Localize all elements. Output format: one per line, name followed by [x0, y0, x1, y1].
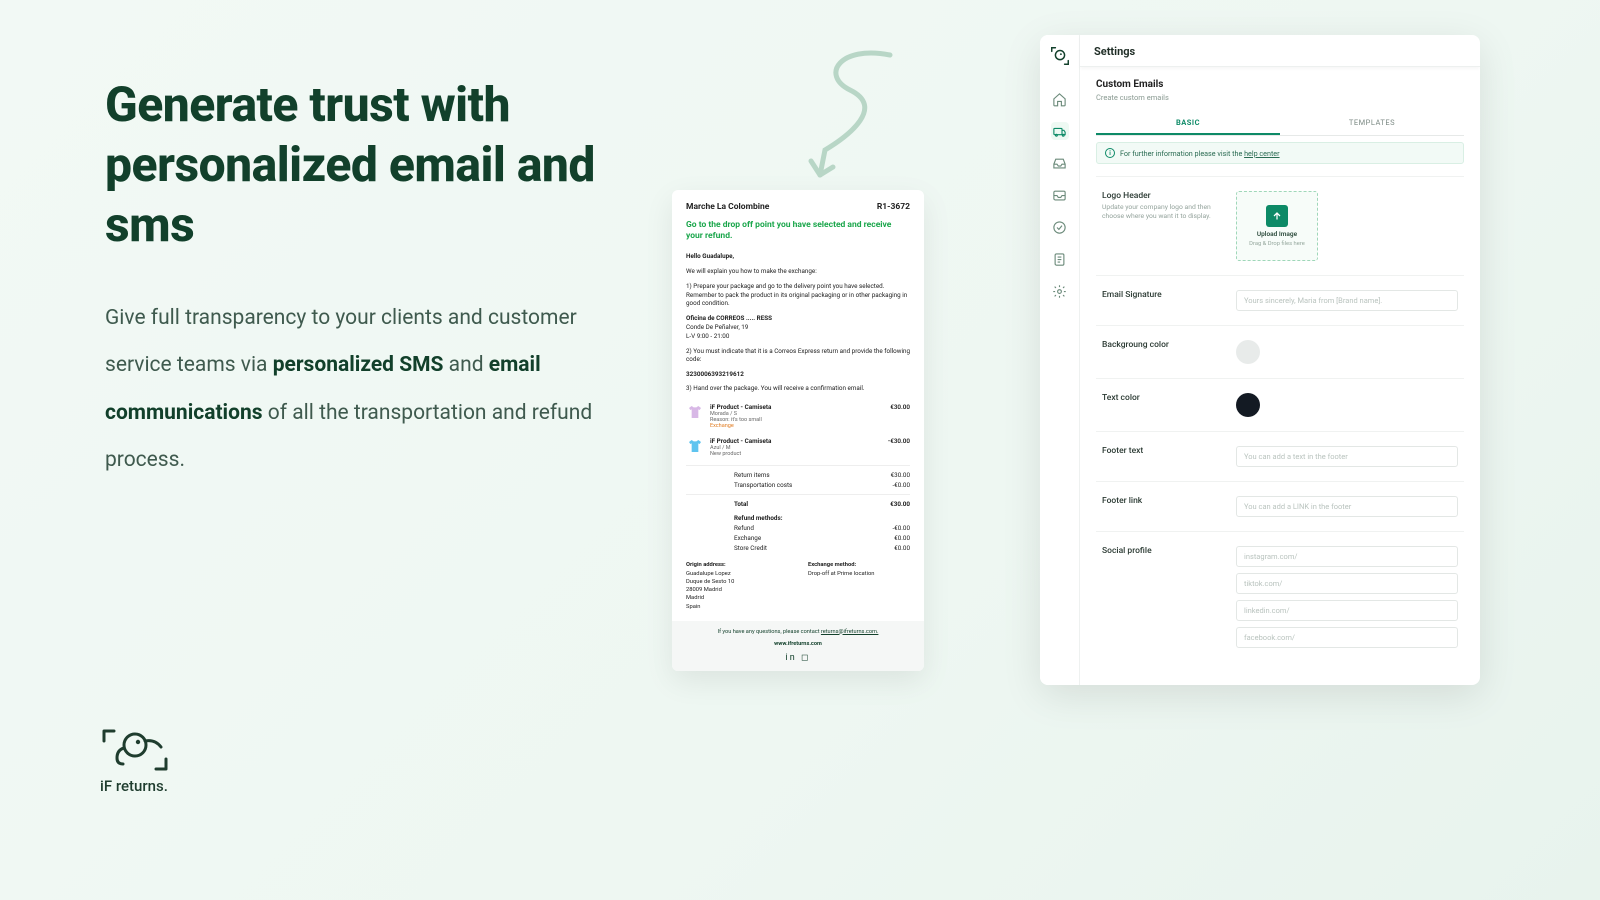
return-code: 3230006393219612: [686, 370, 910, 378]
marketing-column: Generate trust with personalized email a…: [105, 75, 605, 484]
product-price: €30.00: [890, 403, 910, 411]
product-name: iF Product - Camiseta: [710, 403, 884, 411]
topbar: Settings: [1080, 35, 1480, 67]
chameleon-icon: [100, 727, 180, 773]
email-intro: We will explain you how to make the exch…: [686, 267, 910, 276]
method-value: €0.00: [894, 534, 910, 542]
upload-icon: [1266, 205, 1288, 227]
reports-icon[interactable]: [1051, 250, 1069, 268]
email-step3: 3) Hand over the package. You will recei…: [686, 384, 910, 393]
bg-color-swatch[interactable]: [1236, 340, 1260, 364]
method-label: Store Credit: [734, 544, 767, 552]
method-value: -€0.00: [892, 524, 910, 532]
signature-label: Email Signature: [1102, 290, 1222, 311]
upload-dropzone[interactable]: Upload Image Drag & Drop files here: [1236, 191, 1318, 261]
signature-input[interactable]: [1236, 290, 1458, 311]
pickup-name: Oficina de CORREOS ..... RESS: [686, 314, 910, 323]
text-color-label: Text color: [1102, 393, 1222, 417]
pickup-address: Conde De Peñalver, 19: [686, 323, 910, 332]
grand-total-label: Total: [734, 500, 748, 508]
upload-title: Upload Image: [1257, 230, 1297, 238]
upload-subtitle: Drag & Drop files here: [1249, 241, 1305, 247]
product-price: -€30.00: [888, 437, 910, 445]
exchange-method: Exchange method: Drop-off at Prime locat…: [808, 561, 910, 611]
decorative-arrow: [780, 45, 910, 195]
pickup-hours: L-V 9:00 - 21:00: [686, 332, 910, 341]
method-label: Refund: [734, 524, 754, 532]
product-row: iF Product - Camiseta Azul / M New produ…: [686, 433, 910, 461]
linkedin-icon[interactable]: in: [786, 653, 797, 663]
method-value: €0.00: [894, 544, 910, 552]
social-tiktok-input[interactable]: [1236, 573, 1458, 594]
section-title: Custom Emails: [1096, 79, 1464, 90]
inbox-icon[interactable]: [1051, 154, 1069, 172]
product-exchange: Exchange: [710, 423, 884, 429]
info-banner: i For further information please visit t…: [1096, 142, 1464, 164]
info-icon: i: [1105, 148, 1115, 158]
email-step1: 1) Prepare your package and go to the de…: [686, 282, 910, 308]
email-order: R1-3672: [877, 202, 910, 212]
footer-text-label: Footer text: [1102, 446, 1222, 467]
returns-icon[interactable]: [1051, 122, 1069, 140]
tray-icon[interactable]: [1051, 186, 1069, 204]
check-circle-icon[interactable]: [1051, 218, 1069, 236]
subcopy: Give full transparency to your clients a…: [105, 295, 605, 484]
nav-rail: [1040, 35, 1080, 685]
logo-header-label: Logo Header: [1102, 191, 1151, 201]
email-step2: 2) You must indicate that it is a Correo…: [686, 347, 910, 365]
bg-color-label: Backgroung color: [1102, 340, 1222, 364]
social-linkedin-input[interactable]: [1236, 600, 1458, 621]
email-title: Go to the drop off point you have select…: [686, 220, 910, 242]
total-value: -€0.00: [892, 481, 910, 489]
social-instagram-input[interactable]: [1236, 546, 1458, 567]
page-title: Settings: [1094, 45, 1466, 58]
product-row: iF Product - Camiseta Morada / S Reason:…: [686, 399, 910, 433]
tab-bar: BASIC TEMPLATES: [1096, 112, 1464, 136]
settings-app: Settings Custom Emails Create custom ema…: [1040, 35, 1480, 685]
footer-link-label: Footer link: [1102, 496, 1222, 517]
total-value: €30.00: [891, 471, 910, 479]
tshirt-icon: [686, 403, 704, 421]
product-reason: New product: [710, 451, 882, 457]
text-color-swatch[interactable]: [1236, 393, 1260, 417]
grand-total-value: €30.00: [890, 500, 910, 508]
help-center-link[interactable]: help center: [1244, 149, 1279, 158]
tab-basic[interactable]: BASIC: [1096, 112, 1280, 135]
email-preview: Marche La Colombine R1-3672 Go to the dr…: [672, 190, 924, 671]
app-logo-icon: [1049, 45, 1071, 70]
footer-link-input[interactable]: [1236, 496, 1458, 517]
settings-icon[interactable]: [1051, 282, 1069, 300]
methods-heading: Refund methods:: [734, 514, 782, 522]
tshirt-icon: [686, 437, 704, 455]
total-label: Return items: [734, 471, 770, 479]
instagram-icon[interactable]: ◻: [801, 653, 810, 663]
total-label: Transportation costs: [734, 481, 792, 489]
email-footer: If you have any questions, please contac…: [672, 621, 924, 671]
email-greeting: Hello Guadalupe,: [686, 252, 910, 261]
home-icon[interactable]: [1051, 90, 1069, 108]
logo-header-hint: Update your company logo and then choose…: [1102, 203, 1222, 221]
brand-lockup: iF returns.: [100, 727, 180, 795]
brand-name: iF returns.: [100, 777, 180, 795]
origin-address: Origin address: Guadalupe Lopez Duque de…: [686, 561, 788, 611]
social-facebook-input[interactable]: [1236, 627, 1458, 648]
tab-templates[interactable]: TEMPLATES: [1280, 112, 1464, 135]
method-label: Exchange: [734, 534, 761, 542]
email-store: Marche La Colombine: [686, 202, 769, 212]
product-name: iF Product - Camiseta: [710, 437, 882, 445]
contact-link[interactable]: returns@ifreturns.com.: [821, 629, 879, 635]
footer-text-input[interactable]: [1236, 446, 1458, 467]
section-subtitle: Create custom emails: [1096, 93, 1464, 102]
headline: Generate trust with personalized email a…: [105, 75, 605, 255]
site-link[interactable]: www.ifreturns.com: [682, 641, 914, 647]
social-label: Social profile: [1102, 546, 1222, 654]
